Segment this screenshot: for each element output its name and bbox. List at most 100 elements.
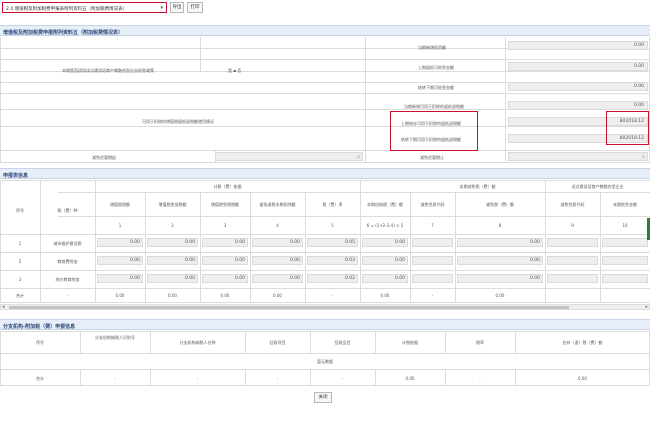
pilot-amount-field[interactable] xyxy=(602,256,648,265)
reduction-amount-field[interactable]: 0.00 xyxy=(457,238,543,247)
formula-cell: 6 = (1+2-3-4) × 5 xyxy=(366,223,404,228)
row-seq: 2 xyxy=(18,259,22,264)
formula-cell: 9 xyxy=(571,223,574,228)
sub-header: 增值税税额 xyxy=(110,202,130,207)
vat-exempt-offset-field[interactable]: 0.00 xyxy=(147,238,198,247)
print-button[interactable]: 打印 xyxy=(187,2,203,13)
refund-deduct-field[interactable]: 0.00 xyxy=(252,256,303,265)
row-tax-name: 教育费附加 xyxy=(57,259,78,264)
new-investment-field[interactable]: 0.00 xyxy=(508,41,648,50)
horizontal-scrollbar[interactable]: ◂ ▸ xyxy=(0,304,650,310)
group-basis-header: 计税（费）依据 xyxy=(213,184,242,189)
pilot-code-field[interactable] xyxy=(547,238,598,247)
section-title-branch-info: 分支机构-附加税（费）申报信息 xyxy=(0,319,650,330)
vat-exempt-field[interactable]: 0.00 xyxy=(202,256,248,265)
reduction-code-field[interactable] xyxy=(412,238,453,247)
branch-col-header: 分支机构纳税人识别号 xyxy=(95,335,135,340)
period-start-label: 减免优惠期起 xyxy=(92,155,116,160)
sub-header: 增值税免税税额 xyxy=(211,202,239,207)
scroll-right-icon[interactable]: ▸ xyxy=(645,304,648,310)
formula-cell: 2 xyxy=(171,223,174,228)
surtax-info-table: 本期是否适用试点建设培育产教融合型企业抵免政策 是 ▪ 否 可用于扣除的增值税留… xyxy=(0,37,650,163)
yes-no-radio[interactable]: 是 ▪ 否 xyxy=(228,68,241,74)
rate-field[interactable]: 0.03 xyxy=(307,256,358,265)
total-vat-exempt-offset: 0.00 xyxy=(168,293,177,298)
branch-total-dash: - xyxy=(114,376,116,381)
branch-total-dash: - xyxy=(276,376,279,381)
payable-field[interactable]: 0.00 xyxy=(362,274,408,283)
reduction-code-field[interactable] xyxy=(412,274,453,283)
vat-exempt-field[interactable]: 0.00 xyxy=(202,274,248,283)
sub-header: 减免性质代码 xyxy=(420,202,445,207)
table-row: 2 教育费附加 0.00 0.00 0.00 0.00 0.03 0.00 0.… xyxy=(0,252,650,270)
report-select-value: 2.4 增值税及附加税费申报表附列资料五（附加税费情况表） xyxy=(6,7,128,12)
row-label: 上期留抵可抵免金额 xyxy=(418,65,454,70)
formula-cell: 7 xyxy=(431,223,434,228)
period-start-field[interactable]: ▫ xyxy=(215,152,363,161)
empty-data-text: 暂无数据 xyxy=(317,359,333,364)
total-reduction: 0.00 xyxy=(495,293,505,298)
refund-deduct-field[interactable]: 0.00 xyxy=(252,274,303,283)
prior-credit-field[interactable]: 0.00 xyxy=(508,62,648,71)
scrollbar-thumb[interactable] xyxy=(9,306,569,309)
report-select[interactable]: 2.4 增值税及附加税费申报表附列资料五（附加税费情况表） ▾ xyxy=(2,2,167,13)
scroll-left-icon[interactable]: ◂ xyxy=(2,304,5,310)
reduction-amount-field[interactable]: 0.00 xyxy=(457,256,543,265)
refund-deduct-field[interactable]: 0.00 xyxy=(252,238,303,247)
reduction-amount-field[interactable]: 0.00 xyxy=(457,274,543,283)
row-label: 结转下期可抵免金额 xyxy=(418,85,454,90)
branch-table: 序号 分支机构纳税人识别号 分支机构纳税人名称 征收项目 征收品目 计税依据 税… xyxy=(0,331,650,386)
group-pilot-header: 试点建设培育产教融合型企业 xyxy=(571,184,624,189)
highlight-refund-labels xyxy=(390,111,478,151)
pilot-code-field[interactable] xyxy=(547,256,598,265)
branch-col-header: 分支机构纳税人名称 xyxy=(179,340,216,345)
table-row: 3 地方教育附加 0.00 0.00 0.00 0.00 0.02 0.00 0… xyxy=(0,270,650,288)
vat-exempt-offset-field[interactable]: 0.00 xyxy=(147,274,198,283)
col-tax-header: 税（费）种 xyxy=(57,208,78,213)
pilot-amount-field[interactable] xyxy=(602,238,648,247)
row-seq: 3 xyxy=(18,277,22,282)
vat-exempt-field[interactable]: 0.00 xyxy=(202,238,248,247)
total-vat: 0.00 xyxy=(115,293,125,298)
sub-header: 本期抵免金额 xyxy=(613,202,637,207)
row-tax-name: 城市维护建设税 xyxy=(53,241,82,246)
period-end-label: 减免优惠期止 xyxy=(420,155,444,160)
calendar-icon: ▫ xyxy=(641,154,645,160)
branch-total-label: 合计 xyxy=(36,376,44,381)
rate-field[interactable]: 0.02 xyxy=(307,274,358,283)
payable-field[interactable]: 0.00 xyxy=(362,238,408,247)
sub-header: 增值税免抵税额 xyxy=(158,202,187,207)
pilot-code-field[interactable] xyxy=(547,274,598,283)
vat-exempt-offset-field[interactable]: 0.00 xyxy=(147,256,198,265)
row-label: 当期新增投资额 xyxy=(418,45,446,50)
deduction-situation-label: 可用于扣除的增值税留抵退税额使用情况 xyxy=(142,119,214,124)
formula-cell: 8 xyxy=(498,223,502,228)
formula-cell: 5 xyxy=(331,223,334,228)
vat-amount-field[interactable]: 0.00 xyxy=(97,238,143,247)
sub-header: 本期应纳税（费）额 xyxy=(367,202,403,207)
chevron-down-icon: ▾ xyxy=(160,5,163,11)
branch-col-header: 应补（退）税（费）额 xyxy=(562,340,603,345)
export-button[interactable]: 导出 xyxy=(170,2,184,13)
vat-amount-field[interactable]: 0.00 xyxy=(97,274,143,283)
total-label: 合计 xyxy=(16,293,24,298)
new-refund-deduct-field[interactable]: 0.00 xyxy=(508,101,648,110)
reduction-code-field[interactable] xyxy=(412,256,453,265)
col-seq-header: 序号 xyxy=(16,208,24,213)
close-button[interactable]: 关闭 xyxy=(314,392,332,403)
period-end-field[interactable]: ▫ xyxy=(508,152,648,161)
section-title-surtax-info: 增值税及附加税费申报附列资料五（附加税费情况表） xyxy=(0,25,650,36)
branch-col-header: 征收品目 xyxy=(334,340,351,345)
branch-total-dash: - xyxy=(479,376,481,381)
payable-field[interactable]: 0.00 xyxy=(362,256,408,265)
vat-amount-field[interactable]: 0.00 xyxy=(97,256,143,265)
pilot-amount-field[interactable] xyxy=(602,274,648,283)
rate-field[interactable]: 0.05 xyxy=(307,238,358,247)
total-rate-dash: - xyxy=(331,293,334,298)
declaration-table: 序号 税（费）种 计税（费）依据 本期减免税（费）额 试点建设培育产教融合型企业… xyxy=(0,180,650,303)
group-reduction-header: 本期减免税（费）额 xyxy=(459,184,496,189)
branch-total-dash: - xyxy=(341,376,344,381)
carryover-credit-field[interactable]: 0.00 xyxy=(508,82,648,91)
total-code-dash: - xyxy=(431,293,434,298)
branch-total-amount: 0.00 xyxy=(578,376,587,381)
